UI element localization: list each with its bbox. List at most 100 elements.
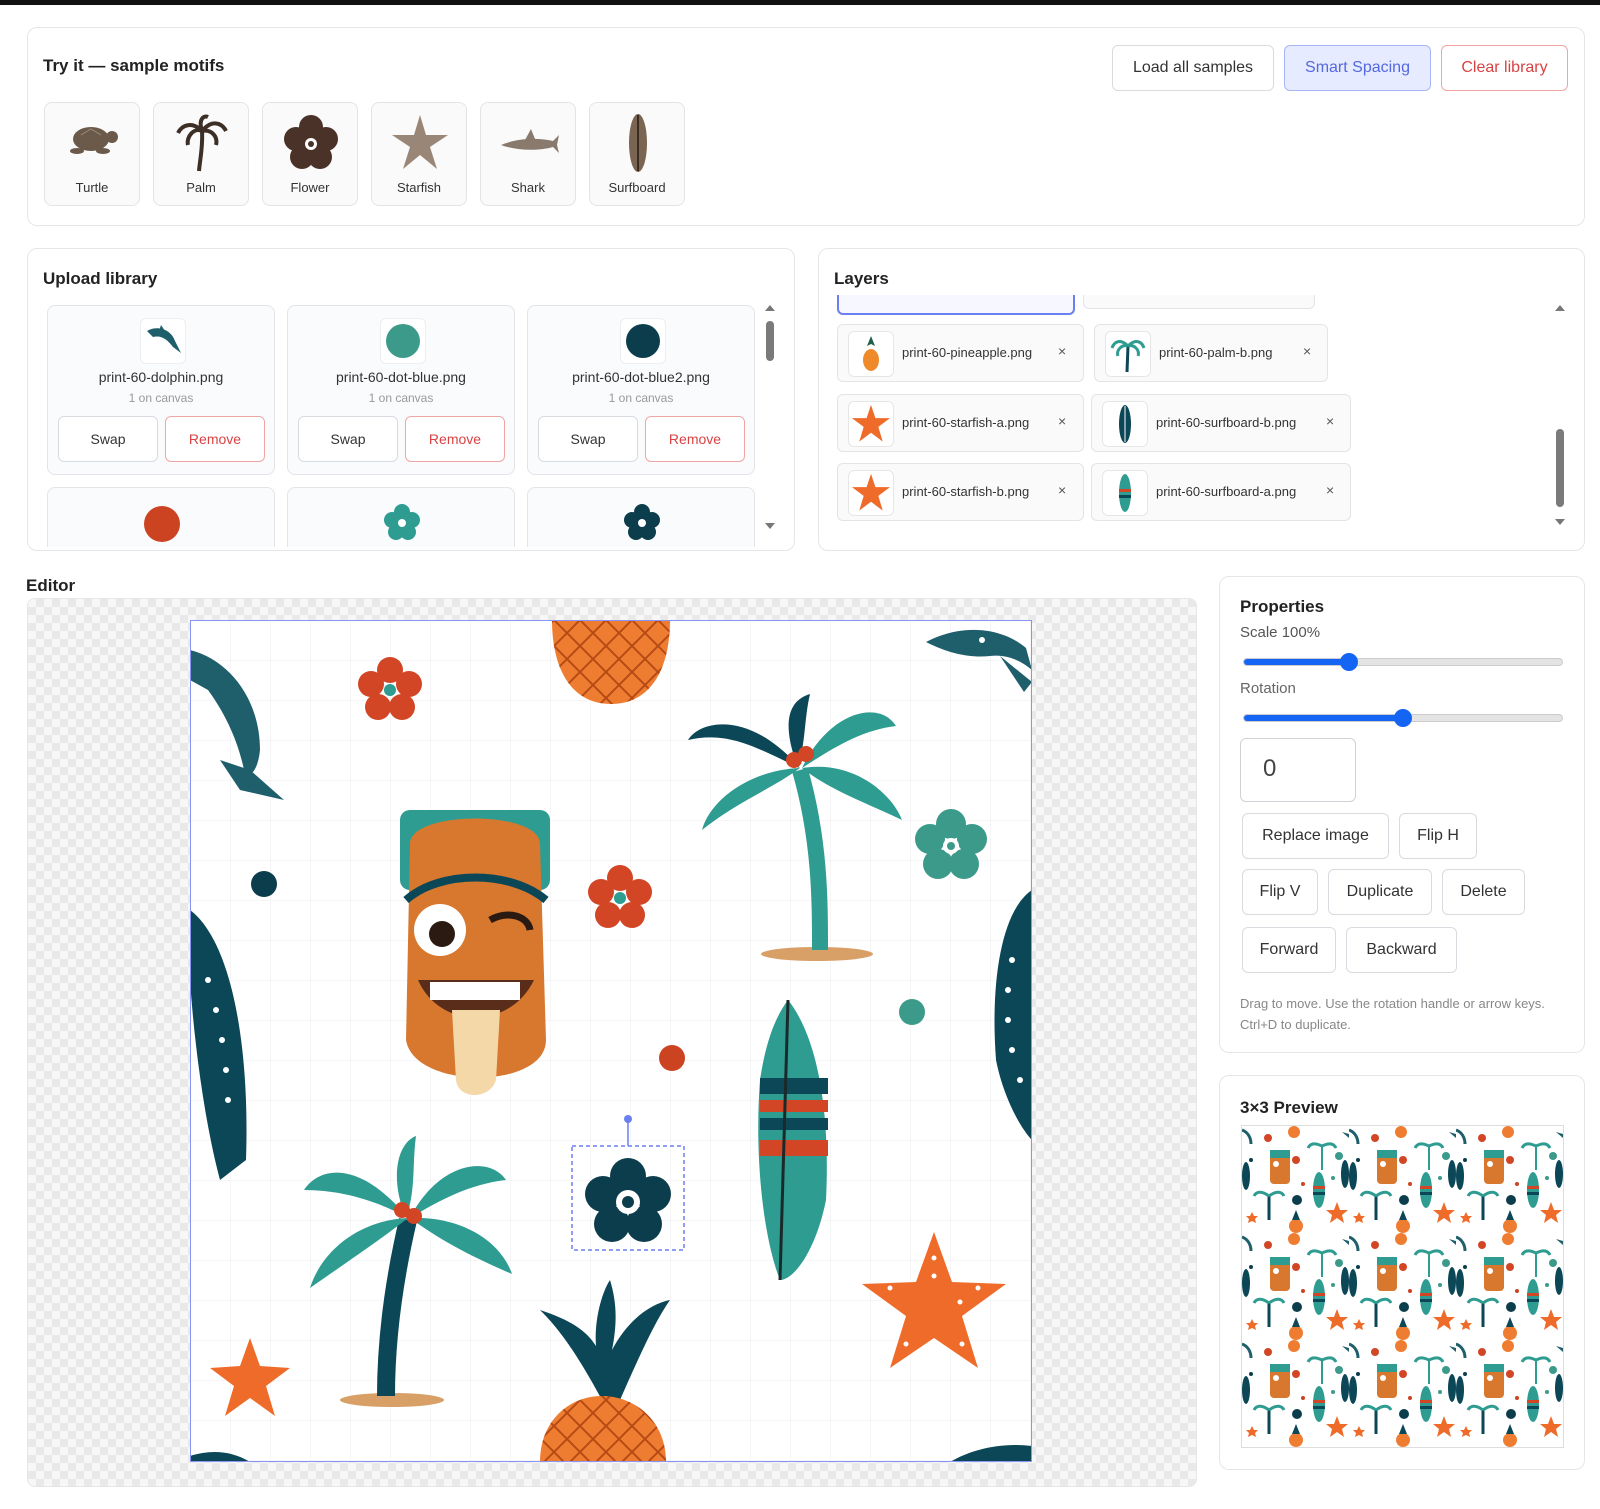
upload-library-title: Upload library — [43, 269, 158, 288]
remove-button[interactable]: Remove — [165, 416, 265, 462]
rotation-slider-fill — [1244, 715, 1403, 721]
layer-item-selected[interactable] — [837, 295, 1075, 315]
clear-library-button[interactable]: Clear library — [1441, 45, 1568, 91]
layer-name: print-60-pineapple.png — [902, 345, 1033, 360]
layer-thumb — [1102, 401, 1148, 447]
backward-button[interactable]: Backward — [1346, 927, 1457, 973]
scroll-up-arrow[interactable] — [765, 305, 775, 311]
layer-thumb — [1105, 331, 1151, 377]
layer-thumb — [1102, 470, 1148, 516]
surfboard-icon — [1119, 474, 1131, 512]
top-bar — [0, 0, 1600, 5]
layer-item[interactable] — [1083, 295, 1315, 309]
layer-name: print-60-starfish-a.png — [902, 415, 1030, 430]
library-thumb — [380, 318, 426, 364]
library-item-count: 1 on canvas — [128, 391, 194, 405]
dolphin-icon — [147, 325, 181, 353]
rotation-slider[interactable] — [1243, 709, 1563, 727]
surfboard-icon — [629, 114, 647, 172]
flower-icon — [284, 115, 338, 169]
library-thumb — [620, 318, 666, 364]
layer-remove-button[interactable]: × — [1303, 343, 1311, 359]
layer-item[interactable]: print-60-starfish-a.png × — [837, 394, 1084, 452]
smart-spacing-button[interactable]: Smart Spacing — [1284, 45, 1431, 91]
sample-label: Starfish — [396, 180, 442, 195]
scale-slider-knob[interactable] — [1339, 653, 1358, 671]
swap-button[interactable]: Swap — [538, 416, 638, 462]
sample-surfboard[interactable]: Surfboard — [589, 102, 685, 206]
layer-item[interactable]: print-60-pineapple.png × — [837, 324, 1084, 382]
scroll-down-arrow[interactable] — [765, 523, 775, 529]
scroll-thumb[interactable] — [1556, 429, 1564, 507]
flower-icon — [624, 504, 660, 540]
layer-item[interactable]: print-60-palm-b.png × — [1094, 324, 1328, 382]
scroll-thumb[interactable] — [766, 321, 774, 361]
layers-scrollbar[interactable] — [1553, 305, 1567, 525]
palm-icon — [1110, 340, 1146, 373]
duplicate-button[interactable]: Duplicate — [1328, 869, 1432, 915]
tiki-mask-motif[interactable] — [400, 810, 550, 1095]
layer-remove-button[interactable]: × — [1058, 413, 1066, 429]
delete-button[interactable]: Delete — [1442, 869, 1525, 915]
rotation-handle[interactable] — [624, 1115, 632, 1123]
replace-image-button[interactable]: Replace image — [1242, 813, 1389, 859]
dot-motif[interactable] — [659, 1045, 685, 1071]
forward-button[interactable]: Forward — [1242, 927, 1336, 973]
library-item — [527, 487, 755, 547]
properties-title: Properties — [1240, 597, 1325, 616]
sample-label: Surfboard — [608, 180, 666, 195]
layer-name: print-60-surfboard-b.png — [1156, 415, 1297, 430]
library-scrollbar[interactable] — [763, 305, 777, 529]
dot-motif[interactable] — [899, 999, 925, 1025]
layer-remove-button[interactable]: × — [1058, 482, 1066, 498]
layers-title: Layers — [834, 269, 889, 288]
library-item-name: print-60-dot-blue.png — [336, 369, 466, 385]
dot-icon — [386, 324, 420, 358]
library-item — [47, 487, 275, 547]
flip-h-button[interactable]: Flip H — [1399, 813, 1477, 859]
layer-name: print-60-starfish-b.png — [902, 484, 1030, 499]
flip-v-button[interactable]: Flip V — [1242, 869, 1318, 915]
sample-label: Flower — [290, 180, 330, 195]
layer-item[interactable]: print-60-surfboard-b.png × — [1091, 394, 1351, 452]
turtle-icon — [70, 127, 118, 154]
scale-slider[interactable] — [1243, 653, 1563, 671]
dot-icon — [626, 324, 660, 358]
pineapple-icon — [863, 336, 879, 371]
layer-thumb — [848, 401, 894, 447]
scroll-up-arrow[interactable] — [1555, 305, 1565, 311]
layer-remove-button[interactable]: × — [1058, 343, 1066, 359]
library-item: print-60-dot-blue.png 1 on canvas Swap R… — [287, 305, 515, 475]
remove-button[interactable]: Remove — [405, 416, 505, 462]
library-item-name: print-60-dot-blue2.png — [572, 369, 710, 385]
layer-item[interactable]: print-60-surfboard-a.png × — [1091, 463, 1351, 521]
library-item — [287, 487, 515, 547]
swap-button[interactable]: Swap — [58, 416, 158, 462]
library-item-name: print-60-dolphin.png — [98, 369, 224, 385]
sample-turtle[interactable]: Turtle — [44, 102, 140, 206]
library-item-count: 1 on canvas — [608, 391, 674, 405]
layer-remove-button[interactable]: × — [1326, 482, 1334, 498]
layer-remove-button[interactable]: × — [1326, 413, 1334, 429]
surfboard-icon — [1119, 405, 1131, 443]
rotation-slider-knob[interactable] — [1394, 709, 1412, 727]
editor-title: Editor — [26, 576, 76, 595]
flower-icon — [384, 504, 420, 540]
load-all-samples-button[interactable]: Load all samples — [1112, 45, 1274, 91]
sample-palm[interactable]: Palm — [153, 102, 249, 206]
pattern-preview — [1241, 1125, 1564, 1448]
sample-starfish[interactable]: Starfish — [371, 102, 467, 206]
sample-flower[interactable]: Flower — [262, 102, 358, 206]
sample-label: Turtle — [75, 180, 109, 195]
remove-button[interactable]: Remove — [645, 416, 745, 462]
sample-shark[interactable]: Shark — [480, 102, 576, 206]
pattern-tile-canvas[interactable] — [190, 620, 1032, 1462]
sample-label: Palm — [186, 180, 216, 195]
rotation-label: Rotation — [1240, 680, 1296, 697]
dot-motif[interactable] — [251, 871, 277, 897]
swap-button[interactable]: Swap — [298, 416, 398, 462]
properties-hint: Drag to move. Use the rotation handle or… — [1240, 996, 1545, 1032]
scroll-down-arrow[interactable] — [1555, 519, 1565, 525]
layer-item[interactable]: print-60-starfish-b.png × — [837, 463, 1084, 521]
rotation-input[interactable]: 0 — [1240, 738, 1356, 802]
